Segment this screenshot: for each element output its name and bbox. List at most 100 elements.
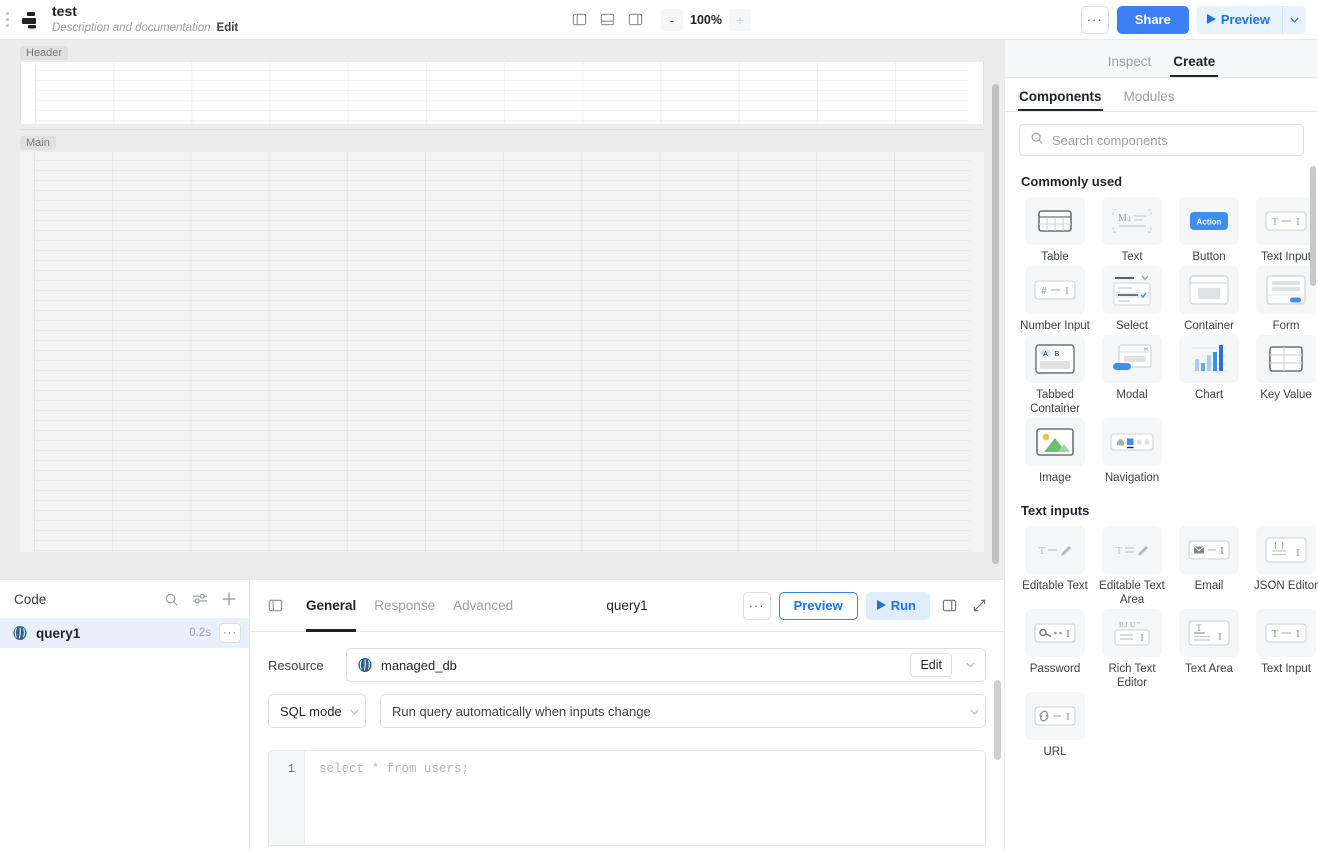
- svg-text:B: B: [1055, 351, 1060, 358]
- tab-components[interactable]: Components: [1018, 89, 1102, 111]
- search-icon[interactable]: [164, 592, 179, 607]
- panel-bottom-icon[interactable]: [595, 8, 619, 32]
- tab-create[interactable]: Create: [1170, 54, 1219, 77]
- svg-text:B: B: [1119, 621, 1124, 629]
- component-label: Text Input: [1261, 663, 1311, 675]
- header-section[interactable]: [20, 62, 984, 124]
- component-tile-key-value[interactable]: Key Value: [1250, 335, 1318, 416]
- component-tile-modal[interactable]: Modal: [1096, 335, 1168, 416]
- group-title-text-inputs: Text inputs: [1021, 503, 1090, 518]
- component-list-scrollbar[interactable]: [1310, 166, 1316, 706]
- app-root: test Description and documentation Edit: [0, 0, 1318, 851]
- query-editor-scrollbar[interactable]: [994, 680, 1001, 845]
- component-tile-rich-text-editor[interactable]: B I U " I Rich Text Editor: [1096, 609, 1168, 690]
- postgres-icon: [357, 657, 373, 673]
- component-label: Form: [1272, 320, 1300, 332]
- rich-text-editor-icon: B I U " I: [1102, 609, 1162, 657]
- main-section[interactable]: [20, 152, 984, 552]
- component-tile-text-area[interactable]: T I Text Area: [1173, 609, 1245, 690]
- sql-mode-select[interactable]: SQL mode: [268, 694, 366, 728]
- email-icon: I: [1179, 526, 1239, 574]
- main-grid: [34, 152, 970, 552]
- component-tile-email[interactable]: I Email: [1173, 526, 1245, 607]
- app-canvas[interactable]: Header Main: [0, 40, 1004, 579]
- component-tile-container[interactable]: Container: [1173, 266, 1245, 333]
- plus-icon[interactable]: [221, 591, 237, 607]
- panel-left-icon[interactable]: [567, 8, 591, 32]
- search-input[interactable]: [1052, 132, 1293, 148]
- app-title-block: test Description and documentation Edit: [52, 0, 238, 40]
- editable-text-area-icon: T: [1102, 526, 1162, 574]
- query-preview-button[interactable]: Preview: [778, 591, 858, 620]
- header-section-tag: Header: [20, 46, 69, 60]
- component-tile-select[interactable]: Select: [1096, 266, 1168, 333]
- tab-response[interactable]: Response: [365, 580, 444, 632]
- svg-text:Action: Action: [1197, 218, 1222, 227]
- edit-resource-button[interactable]: Edit: [910, 653, 952, 677]
- preview-dropdown-button[interactable]: [1282, 5, 1306, 34]
- url-icon: I: [1025, 692, 1085, 740]
- component-tile-chart[interactable]: Chart: [1173, 335, 1245, 416]
- query-more-button[interactable]: ···: [742, 591, 771, 620]
- component-tile-navigation[interactable]: Navigation: [1096, 418, 1168, 485]
- share-button[interactable]: Share: [1116, 5, 1189, 34]
- component-tile-text-input-2[interactable]: T I Text Input: [1250, 609, 1318, 690]
- canvas-scrollbar[interactable]: [992, 84, 999, 579]
- zoom-out-button[interactable]: -: [661, 8, 684, 31]
- sidebar-tabs: Inspect Create: [1005, 40, 1318, 78]
- preview-button[interactable]: Preview: [1196, 5, 1282, 34]
- drag-handle-icon[interactable]: [0, 0, 14, 40]
- run-query-button[interactable]: Run: [865, 591, 930, 620]
- table-icon: [1025, 197, 1085, 245]
- sql-code-editor[interactable]: 1 select * from users;: [268, 750, 986, 846]
- component-label: URL: [1043, 746, 1067, 758]
- component-tile-text-input[interactable]: T I Text Input: [1250, 197, 1318, 264]
- component-tile-url[interactable]: I URL: [1019, 692, 1091, 759]
- app-description-row: Description and documentation Edit: [52, 21, 238, 35]
- search-box[interactable]: [1019, 124, 1304, 156]
- sql-code-text[interactable]: select * from users;: [305, 751, 985, 845]
- component-label: Password: [1029, 663, 1081, 675]
- component-tile-button[interactable]: Action Button: [1173, 197, 1245, 264]
- list-item[interactable]: query1 0.2s ···: [0, 618, 249, 648]
- panel-left-icon[interactable]: [268, 598, 283, 613]
- tab-general[interactable]: General: [297, 580, 365, 632]
- zoom-in-button[interactable]: +: [728, 8, 751, 31]
- svg-text:": ": [1137, 621, 1140, 629]
- component-tile-table[interactable]: Table: [1019, 197, 1091, 264]
- chevron-down-icon[interactable]: [960, 660, 981, 671]
- component-label: Modal: [1116, 389, 1148, 401]
- component-tile-image[interactable]: Image: [1019, 418, 1091, 485]
- panel-right-icon[interactable]: [623, 8, 647, 32]
- component-tile-editable-text[interactable]: T Editable Text: [1019, 526, 1091, 607]
- resource-select[interactable]: managed_db Edit: [346, 648, 986, 682]
- run-trigger-select[interactable]: Run query automatically when inputs chan…: [380, 694, 986, 728]
- more-options-button[interactable]: ···: [1080, 5, 1109, 34]
- component-tile-json-editor[interactable]: { } I JSON Editor: [1250, 526, 1318, 607]
- tab-inspect[interactable]: Inspect: [1108, 54, 1152, 77]
- component-label: Editable Text: [1022, 580, 1088, 592]
- component-tile-text[interactable]: M↓ Text: [1096, 197, 1168, 264]
- component-search-wrap: [1005, 112, 1318, 164]
- component-label: Rich Text Editor: [1108, 663, 1156, 689]
- tab-advanced[interactable]: Advanced: [444, 580, 522, 632]
- filter-icon[interactable]: [192, 592, 208, 607]
- component-tile-editable-text-area[interactable]: T Editable Text Area: [1096, 526, 1168, 607]
- component-tile-form[interactable]: Form: [1250, 266, 1318, 333]
- svg-text:T: T: [1272, 628, 1279, 640]
- zoom-level: 100%: [690, 12, 722, 27]
- code-panel-header: Code: [0, 580, 249, 618]
- component-tile-password[interactable]: I Password: [1019, 609, 1091, 690]
- edit-description-link[interactable]: Edit: [217, 22, 239, 34]
- dock-right-icon[interactable]: [938, 595, 960, 617]
- form-icon: [1256, 266, 1316, 314]
- component-list[interactable]: Commonly used Table M↓ Text Action Butto…: [1005, 164, 1318, 851]
- tab-modules[interactable]: Modules: [1124, 89, 1175, 111]
- component-tile-number-input[interactable]: # I Number Input: [1019, 266, 1091, 333]
- query-options-button[interactable]: ···: [219, 623, 241, 643]
- expand-icon[interactable]: [968, 595, 990, 617]
- component-tile-tabbed-container[interactable]: A B Tabbed Container: [1019, 335, 1091, 416]
- run-trigger-value: Run query automatically when inputs chan…: [392, 703, 651, 719]
- preview-button-group: Preview: [1196, 5, 1306, 34]
- svg-text:I: I: [1140, 633, 1143, 644]
